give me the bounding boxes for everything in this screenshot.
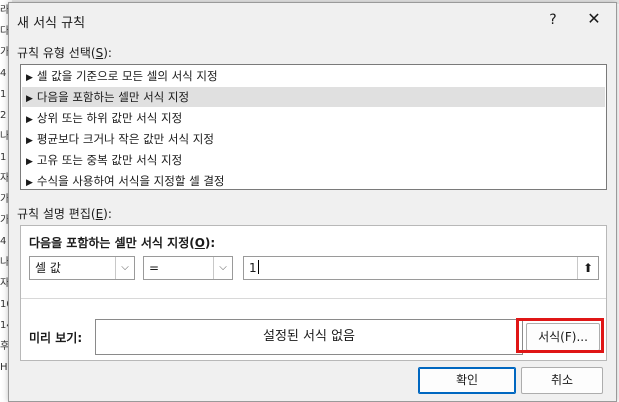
cancel-button[interactable]: 취소 xyxy=(521,367,603,394)
play-triangle-icon: ▶ xyxy=(26,115,33,125)
value-input[interactable]: 1 ⬆ xyxy=(243,256,599,280)
play-triangle-icon: ▶ xyxy=(26,178,33,188)
rule-type-label: 규칙 유형 선택(S): xyxy=(17,44,112,61)
rule-type-label-end: ): xyxy=(103,46,112,60)
ok-button[interactable]: 확인 xyxy=(418,367,516,394)
rule-type-item-label: 고유 또는 중복 값만 서식 지정 xyxy=(36,153,183,167)
rule-type-item[interactable]: ▶ 고유 또는 중복 값만 서식 지정 xyxy=(22,150,605,170)
rule-type-item-label: 수식을 사용하여 서식을 지정할 셀 결정 xyxy=(36,174,225,188)
rule-desc-heading-mnemonic: O xyxy=(194,236,205,250)
chevron-down-icon[interactable]: ⌵ xyxy=(115,257,134,279)
rule-type-item-label: 다음을 포함하는 셀만 서식 지정 xyxy=(36,90,190,104)
rule-type-label-text: 규칙 유형 선택( xyxy=(17,46,96,60)
value-input-text: 1 xyxy=(249,257,259,279)
play-triangle-icon: ▶ xyxy=(26,136,33,146)
highlight-box xyxy=(516,318,604,353)
value-input-value: 1 xyxy=(249,261,257,275)
rule-type-item[interactable]: ▶ 셀 값을 기준으로 모든 셀의 서식 지정 xyxy=(22,66,605,86)
rule-desc-label-text: 규칙 설명 편집( xyxy=(17,207,96,221)
rule-type-item[interactable]: ▶ 수식을 사용하여 서식을 지정할 셀 결정 xyxy=(22,171,605,191)
close-icon[interactable]: ✕ xyxy=(582,7,606,31)
new-format-rule-dialog: 새 서식 규칙 ? ✕ 규칙 유형 선택(S): ▶ 셀 값을 기준으로 모든 셀… xyxy=(8,2,617,402)
rule-desc-label-end: ): xyxy=(103,207,112,221)
rule-desc-heading-text: 다음을 포함하는 셀만 서식 지정( xyxy=(29,236,195,250)
preview-label: 미리 보기: xyxy=(29,331,83,345)
preview-text: 설정된 서식 없음 xyxy=(263,329,355,344)
operator-dropdown-value: = xyxy=(149,261,160,275)
rule-description-label: 규칙 설명 편집(E): xyxy=(17,205,112,222)
cell-value-dropdown-value: 셀 값 xyxy=(35,261,61,275)
rule-type-list[interactable]: ▶ 셀 값을 기준으로 모든 셀의 서식 지정 ▶ 다음을 포함하는 셀만 서식 지… xyxy=(20,64,607,190)
range-select-icon[interactable]: ⬆ xyxy=(577,257,598,279)
rule-type-item[interactable]: ▶ 상위 또는 하위 값만 서식 지정 xyxy=(22,108,605,128)
rule-type-item-label: 평균보다 크거나 작은 값만 서식 지정 xyxy=(36,132,214,146)
rule-type-item-label: 셀 값을 기준으로 모든 셀의 서식 지정 xyxy=(36,69,218,83)
help-button[interactable]: ? xyxy=(543,9,563,31)
divider xyxy=(21,298,606,299)
rule-type-item-selected[interactable]: ▶ 다음을 포함하는 셀만 서식 지정 xyxy=(22,87,605,107)
operator-dropdown[interactable]: = ⌵ xyxy=(143,256,233,280)
rule-desc-heading-end: ): xyxy=(204,236,216,250)
play-triangle-icon: ▶ xyxy=(26,73,33,83)
rule-desc-heading: 다음을 포함하는 셀만 서식 지정(O): xyxy=(29,234,215,251)
rule-type-item[interactable]: ▶ 평균보다 크거나 작은 값만 서식 지정 xyxy=(22,129,605,149)
rule-type-item-label: 상위 또는 하위 값만 서식 지정 xyxy=(36,111,183,125)
cell-value-dropdown[interactable]: 셀 값 ⌵ xyxy=(29,256,135,280)
text-caret xyxy=(257,260,259,274)
play-triangle-icon: ▶ xyxy=(26,157,33,167)
dialog-title: 새 서식 규칙 xyxy=(17,16,86,31)
chevron-down-icon[interactable]: ⌵ xyxy=(213,257,232,279)
preview-box: 설정된 서식 없음 xyxy=(95,319,523,355)
play-triangle-icon: ▶ xyxy=(26,94,33,104)
